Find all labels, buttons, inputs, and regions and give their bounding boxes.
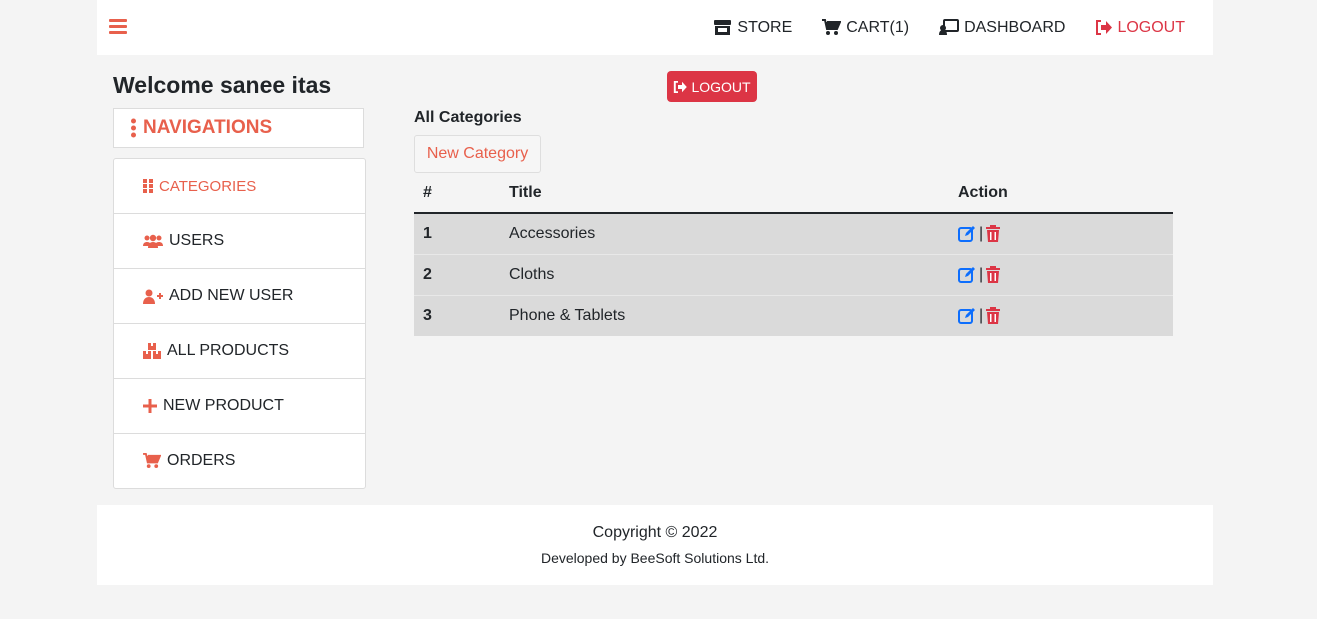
- sidebar-item-label: CATEGORIES: [159, 177, 257, 195]
- edit-icon[interactable]: [958, 266, 976, 284]
- top-nav-links: STORE CART(1) DASHBOARD LOGOUT: [713, 0, 1185, 55]
- action-separator: |: [979, 306, 984, 324]
- grid-icon: [143, 179, 153, 193]
- logout-icon: [1096, 20, 1113, 35]
- vertical-ellipsis-icon: [131, 118, 136, 138]
- nav-logout-link[interactable]: LOGOUT: [1095, 19, 1185, 37]
- new-category-button[interactable]: New Category: [414, 135, 541, 173]
- sidebar-item-all-products[interactable]: ALL PRODUCTS: [114, 324, 365, 379]
- sidebar-item-users[interactable]: USERS: [114, 214, 365, 269]
- row-actions: |: [949, 294, 1173, 336]
- nav-dashboard-label: DASHBOARD: [964, 18, 1066, 36]
- table-row: 3 Phone & Tablets |: [414, 294, 1173, 336]
- row-number: 1: [414, 212, 500, 254]
- trash-icon[interactable]: [986, 307, 1001, 325]
- row-actions: |: [949, 212, 1173, 254]
- action-separator: |: [979, 265, 984, 283]
- column-header-action: Action: [949, 173, 1173, 214]
- store-icon: [714, 20, 732, 35]
- nav-cart-label: CART(1): [846, 18, 910, 36]
- table-row: 2 Cloths |: [414, 253, 1173, 295]
- sidebar-header-label: NAVIGATIONS: [143, 117, 273, 138]
- row-title: Phone & Tablets: [500, 294, 949, 336]
- row-number: 3: [414, 294, 500, 336]
- cart-icon: [822, 19, 842, 35]
- row-number: 2: [414, 253, 500, 295]
- column-header-number: #: [414, 173, 500, 214]
- top-navbar: STORE CART(1) DASHBOARD LOGOUT: [97, 0, 1213, 55]
- sidebar-menu: CATEGORIES USERS ADD NEW USER ALL PRODUC…: [113, 158, 366, 489]
- sidebar-item-label: ADD NEW USER: [169, 287, 294, 304]
- sidebar-item-label: ALL PRODUCTS: [167, 342, 290, 359]
- sidebar-item-new-product[interactable]: NEW PRODUCT: [114, 379, 365, 434]
- action-separator: |: [979, 224, 984, 242]
- hamburger-menu-icon[interactable]: [109, 19, 127, 35]
- footer: Copyright © 2022 Developed by BeeSoft So…: [97, 505, 1213, 585]
- sidebar-item-orders[interactable]: ORDERS: [114, 434, 365, 488]
- nav-store-link[interactable]: STORE: [713, 19, 792, 37]
- plus-icon: [143, 399, 157, 413]
- sidebar-item-categories[interactable]: CATEGORIES: [114, 159, 365, 214]
- sidebar-item-label: NEW PRODUCT: [163, 397, 284, 414]
- cart-icon: [143, 453, 161, 469]
- row-title: Cloths: [500, 253, 949, 295]
- nav-logout-label: LOGOUT: [1117, 18, 1185, 36]
- trash-icon[interactable]: [986, 266, 1001, 283]
- trash-icon[interactable]: [986, 225, 1001, 243]
- row-title: Accessories: [500, 212, 949, 254]
- footer-developer: Developed by BeeSoft Solutions Ltd.: [540, 550, 770, 566]
- logout-button[interactable]: LOGOUT: [667, 71, 757, 102]
- table-row: 1 Accessories |: [414, 212, 1173, 254]
- nav-dashboard-link[interactable]: DASHBOARD: [939, 19, 1065, 37]
- user-plus-icon: [143, 289, 163, 304]
- section-title: All Categories: [414, 109, 522, 126]
- sidebar-item-label: USERS: [169, 232, 225, 249]
- column-header-title: Title: [500, 173, 949, 214]
- welcome-heading: Welcome sanee itas: [113, 72, 332, 98]
- nav-cart-link[interactable]: CART(1): [822, 19, 909, 37]
- row-actions: |: [949, 253, 1173, 295]
- boxes-icon: [143, 343, 161, 359]
- nav-store-label: STORE: [737, 18, 793, 36]
- sidebar-item-add-new-user[interactable]: ADD NEW USER: [114, 269, 365, 324]
- edit-icon[interactable]: [958, 225, 976, 243]
- edit-icon[interactable]: [958, 307, 976, 325]
- users-icon: [143, 234, 163, 248]
- table-header-row: # Title Action: [414, 173, 1173, 214]
- sidebar-header: NAVIGATIONS: [113, 108, 364, 148]
- logout-icon: [674, 80, 688, 93]
- logout-button-label: LOGOUT: [691, 78, 751, 95]
- footer-copyright: Copyright © 2022: [592, 524, 718, 541]
- dashboard-icon: [939, 19, 960, 35]
- sidebar-item-label: ORDERS: [167, 452, 236, 469]
- categories-table: # Title Action 1 Accessories | 2 Cloths: [414, 173, 1173, 336]
